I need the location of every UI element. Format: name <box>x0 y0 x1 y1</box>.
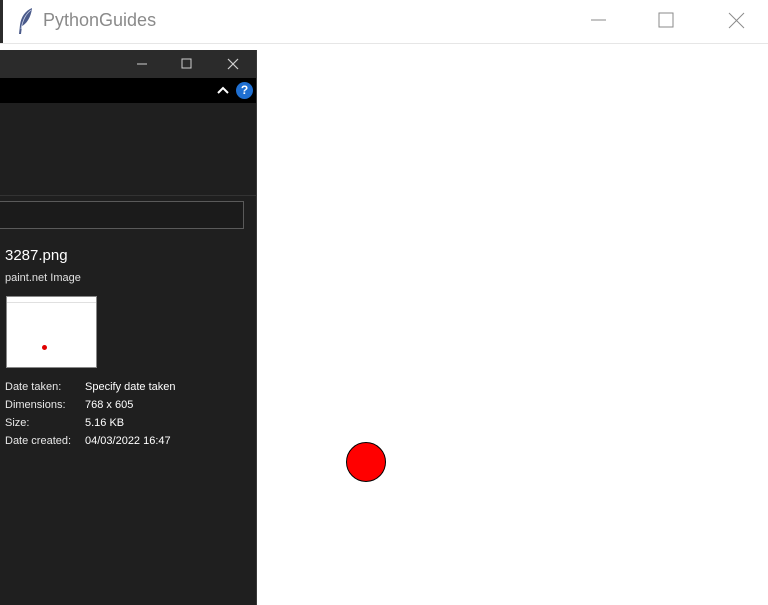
window-title: PythonGuides <box>43 10 157 30</box>
file-name: 3287.png <box>5 247 68 264</box>
property-value: 5.16 KB <box>85 417 125 429</box>
minimize-icon[interactable] <box>575 0 621 43</box>
chevron-up-icon[interactable] <box>215 83 231 97</box>
help-icon[interactable]: ? <box>236 82 253 99</box>
explorer-title-bar[interactable] <box>0 50 256 78</box>
explorer-maximize-icon[interactable] <box>163 50 209 78</box>
file-thumbnail <box>6 296 97 368</box>
explorer-ribbon: ? <box>0 78 256 103</box>
red-circle <box>346 442 386 482</box>
divider <box>0 195 256 196</box>
property-value: 04/03/2022 16:47 <box>85 435 171 447</box>
property-label: Size: <box>5 417 30 429</box>
explorer-close-icon[interactable] <box>210 50 256 78</box>
property-label: Dimensions: <box>5 399 66 411</box>
search-input[interactable] <box>0 201 244 229</box>
property-value: 768 x 605 <box>85 399 134 411</box>
thumbnail-red-dot <box>42 345 47 350</box>
property-value[interactable]: Specify date taken <box>85 381 176 393</box>
maximize-icon[interactable] <box>642 0 688 43</box>
property-label: Date taken: <box>5 381 62 393</box>
feather-icon <box>19 8 32 34</box>
explorer-minimize-icon[interactable] <box>119 50 165 78</box>
thumbnail-title-bar <box>7 297 96 303</box>
property-label: Date created: <box>5 435 72 447</box>
file-type: paint.net Image <box>5 272 81 284</box>
background-window-edge <box>0 0 3 43</box>
tk-title-bar[interactable]: PythonGuides <box>0 0 768 44</box>
close-icon[interactable] <box>713 0 759 43</box>
file-explorer-window[interactable]: ? 3287.png paint.net Image Date taken: S… <box>0 50 257 605</box>
